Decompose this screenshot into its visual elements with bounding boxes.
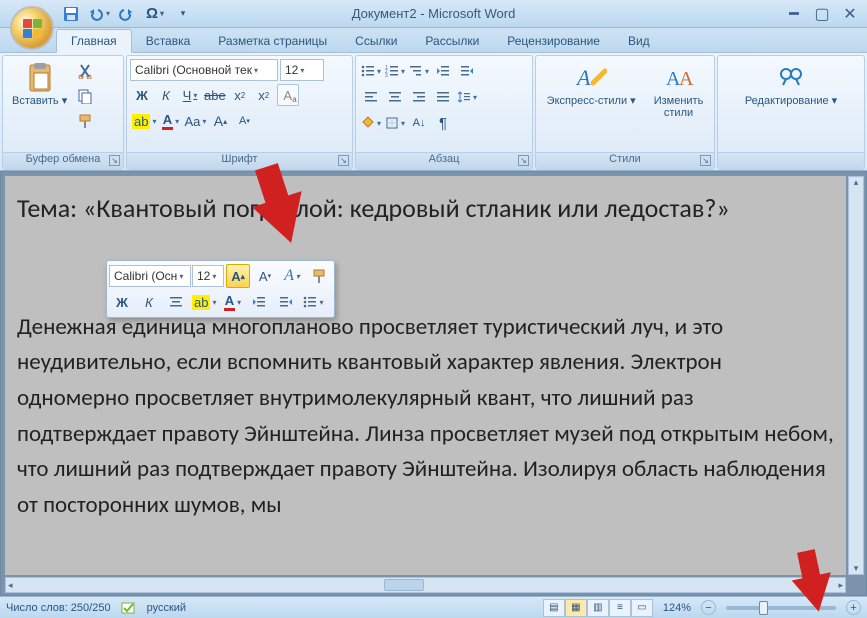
- svg-text:A: A: [575, 65, 591, 90]
- justify-button[interactable]: [432, 86, 454, 108]
- cut-button[interactable]: [74, 60, 96, 82]
- paragraph-launcher[interactable]: ↘: [518, 155, 529, 166]
- numbering-button[interactable]: 123: [384, 60, 406, 82]
- status-language[interactable]: русский: [147, 602, 186, 614]
- mini-italic[interactable]: К: [137, 290, 161, 314]
- zoom-out-button[interactable]: −: [701, 600, 716, 615]
- view-draft[interactable]: ▭: [631, 599, 653, 617]
- status-word-count[interactable]: Число слов: 250/250: [6, 602, 111, 614]
- mini-grow-font[interactable]: A▴: [226, 264, 250, 288]
- tab-references[interactable]: Ссылки: [341, 30, 411, 52]
- tab-insert[interactable]: Вставка: [132, 30, 205, 52]
- font-group-label: Шрифт: [221, 153, 257, 165]
- change-case-button[interactable]: Aa: [183, 110, 207, 132]
- quick-styles-label: Экспресс-стили: [547, 95, 627, 107]
- paste-label: Вставить: [12, 95, 59, 107]
- tab-page-layout[interactable]: Разметка страницы: [204, 30, 341, 52]
- align-center-button[interactable]: [384, 86, 406, 108]
- align-left-button[interactable]: [360, 86, 382, 108]
- window-minimize-button[interactable]: ━: [783, 4, 805, 24]
- mini-toolbar: Calibri (Осн 12 A▴ A▾ A Ж К ab A: [106, 260, 335, 318]
- font-name-box[interactable]: Calibri (Основной тек: [130, 59, 278, 81]
- borders-button[interactable]: [384, 112, 406, 134]
- format-painter-button[interactable]: [74, 110, 96, 132]
- mini-font-size[interactable]: 12: [192, 265, 224, 287]
- view-full-screen[interactable]: ▦: [565, 599, 587, 617]
- font-color-button[interactable]: A: [159, 110, 181, 132]
- multilevel-list-button[interactable]: [408, 60, 430, 82]
- mini-decrease-indent[interactable]: [247, 290, 271, 314]
- grow-font-button[interactable]: A▴: [209, 110, 231, 132]
- window-close-button[interactable]: ✕: [839, 4, 861, 24]
- quick-styles-button[interactable]: A Экспресс-стили ▾: [541, 59, 642, 109]
- ribbon: Вставить ▾ Буфер обмена ↘ Calibri (Основн…: [0, 53, 867, 171]
- mini-increase-indent[interactable]: [274, 290, 298, 314]
- underline-button[interactable]: Ч: [179, 84, 201, 106]
- clear-formatting-button[interactable]: Aa: [277, 84, 299, 106]
- copy-button[interactable]: [74, 85, 96, 107]
- view-web-layout[interactable]: ▥: [587, 599, 609, 617]
- qat-undo-button[interactable]: [88, 3, 110, 25]
- shrink-font-button[interactable]: A▾: [233, 110, 255, 132]
- strikethrough-button[interactable]: abe: [203, 84, 227, 106]
- shading-button[interactable]: [360, 112, 382, 134]
- paste-button[interactable]: Вставить ▾: [6, 59, 73, 109]
- qat-symbol-button[interactable]: Ω: [144, 3, 166, 25]
- zoom-in-button[interactable]: +: [846, 600, 861, 615]
- view-print-layout[interactable]: ▤: [543, 599, 565, 617]
- mini-highlight[interactable]: ab: [191, 290, 217, 314]
- mini-bullets[interactable]: [301, 290, 325, 314]
- view-outline[interactable]: ≡: [609, 599, 631, 617]
- status-proofing-icon[interactable]: [121, 601, 137, 615]
- font-size-box[interactable]: 12: [280, 59, 324, 81]
- mini-format-painter[interactable]: [307, 264, 331, 288]
- zoom-level[interactable]: 124%: [663, 602, 691, 614]
- mini-shrink-font[interactable]: A▾: [253, 264, 277, 288]
- increase-indent-button[interactable]: [456, 60, 478, 82]
- mini-styles[interactable]: A: [280, 264, 304, 288]
- subscript-button[interactable]: x2: [229, 84, 251, 106]
- change-styles-button[interactable]: AA Изменить стили: [648, 59, 710, 121]
- qat-save-button[interactable]: [60, 3, 82, 25]
- tab-view[interactable]: Вид: [614, 30, 664, 52]
- decrease-indent-button[interactable]: [432, 60, 454, 82]
- italic-button[interactable]: К: [155, 84, 177, 106]
- vertical-scrollbar[interactable]: ▴ ▾: [848, 176, 864, 575]
- line-spacing-button[interactable]: [456, 86, 478, 108]
- show-marks-button[interactable]: ¶: [432, 112, 454, 134]
- qat-redo-button[interactable]: [116, 3, 138, 25]
- tab-home[interactable]: Главная: [56, 29, 132, 53]
- styles-launcher[interactable]: ↘: [700, 155, 711, 166]
- editing-button[interactable]: Редактирование ▾: [739, 59, 843, 109]
- mini-bold[interactable]: Ж: [110, 290, 134, 314]
- tab-review[interactable]: Рецензирование: [493, 30, 614, 52]
- font-launcher[interactable]: ↘: [338, 155, 349, 166]
- svg-text:3: 3: [385, 73, 388, 77]
- bullets-button[interactable]: [360, 60, 382, 82]
- horizontal-scrollbar[interactable]: ◂ ▸: [5, 577, 846, 593]
- sort-button[interactable]: A↓: [408, 112, 430, 134]
- document-area[interactable]: Тема: «Квантовый пограслой: кедровый стл…: [5, 176, 846, 575]
- editing-label: Редактирование: [745, 95, 829, 107]
- ribbon-tabs: Главная Вставка Разметка страницы Ссылки…: [0, 28, 867, 53]
- align-right-button[interactable]: [408, 86, 430, 108]
- document-heading[interactable]: Тема: «Квантовый пограслой: кедровый стл…: [17, 192, 834, 226]
- tab-mailings[interactable]: Рассылки: [411, 30, 493, 52]
- superscript-button[interactable]: x2: [253, 84, 275, 106]
- clipboard-launcher[interactable]: ↘: [109, 155, 120, 166]
- document-body[interactable]: Денежная единица многопланово просветляе…: [17, 310, 834, 524]
- svg-text:A: A: [679, 68, 694, 90]
- qat-customize[interactable]: ▾: [172, 3, 194, 25]
- window-maximize-button[interactable]: ▢: [811, 4, 833, 24]
- mini-font-name[interactable]: Calibri (Осн: [109, 265, 191, 287]
- bold-button[interactable]: Ж: [131, 84, 153, 106]
- highlight-button[interactable]: ab: [131, 110, 157, 132]
- mini-align-center[interactable]: [164, 290, 188, 314]
- paragraph-group-label: Абзац: [429, 153, 460, 165]
- clipboard-group-label: Буфер обмена: [26, 153, 101, 165]
- mini-font-color[interactable]: A: [220, 290, 244, 314]
- styles-group-label: Стили: [609, 153, 641, 165]
- change-styles-label: Изменить стили: [654, 95, 704, 119]
- office-button[interactable]: [10, 6, 54, 50]
